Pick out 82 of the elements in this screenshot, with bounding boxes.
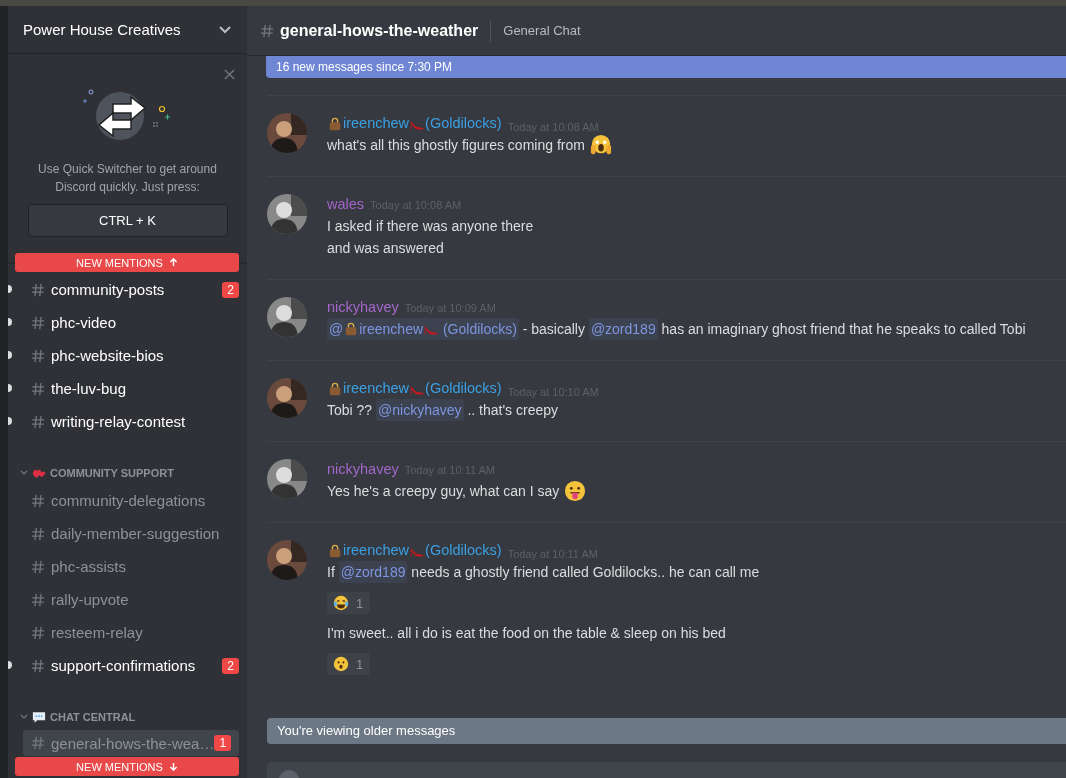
new-messages-banner[interactable]: 16 new messages since 7:30 PM (266, 56, 1066, 78)
channel-item[interactable]: community-posts 2 (8, 273, 247, 306)
hash-icon (31, 526, 45, 541)
mention-link[interactable]: @zord189 (588, 318, 658, 340)
channel-item[interactable]: daily-member-suggestion (8, 517, 247, 550)
chevron-down-icon[interactable] (20, 714, 28, 720)
message-text: I'm sweet.. all i do is eat the food on the table & sleep on his bed (327, 624, 727, 643)
tongue-emoji-icon (564, 480, 587, 502)
channel-item[interactable]: phc-website-bios (8, 339, 247, 372)
hash-icon (260, 22, 274, 39)
author-name[interactable]: ireenchew (Goldilocks) (327, 378, 502, 399)
channel-item[interactable]: phc-video (8, 306, 247, 339)
message-text: If @zord189 needs a ghostly friend called Goldilocks.. he can call me (327, 561, 760, 583)
new-mentions-button[interactable]: NEW MENTIONS (15, 253, 239, 272)
arrow-down-icon (168, 762, 178, 771)
channel-name: phc-assists (51, 558, 128, 575)
message-text: I asked if there was anyone there (327, 217, 534, 236)
hash-icon (31, 559, 45, 574)
author-name[interactable]: ireenchew (Goldilocks) (327, 540, 502, 561)
channel-item[interactable]: phc-assists (8, 550, 247, 583)
hash-icon (31, 493, 45, 508)
author-name[interactable]: nickyhavey (327, 459, 399, 480)
author-name[interactable]: ireenchew (Goldilocks) (327, 113, 502, 134)
hash-icon (31, 658, 45, 673)
author-name[interactable]: nickyhavey (327, 297, 399, 318)
scream-emoji-icon (589, 134, 612, 156)
close-icon[interactable] (224, 69, 235, 80)
message-text: Tobi ?? @nickyhavey .. that's creepy (327, 399, 599, 421)
quick-switcher-hint: Use Quick Switcher to get around Discord quickly. Just press: (37, 161, 218, 196)
message-text: what's all this ghostly figures coming from (327, 134, 613, 156)
channel-item[interactable]: the-luv-bug (8, 372, 247, 405)
channel-name: phc-video (51, 314, 118, 331)
surprised-emoji-icon (333, 656, 349, 672)
channel-item[interactable]: resteem-relay (8, 616, 247, 649)
message-text: Yes he's a creepy guy, what can I say (327, 480, 588, 502)
hash-icon (31, 625, 45, 640)
hash-icon (31, 414, 45, 429)
hash-icon (31, 282, 45, 297)
hash-icon (31, 736, 45, 750)
new-mentions-button[interactable]: NEW MENTIONS (15, 757, 239, 776)
channel-item[interactable]: support-confirmations 2 (8, 649, 247, 682)
channel-item[interactable]: rally-upvote (8, 583, 247, 616)
mention-link[interactable]: @zord189 (338, 561, 408, 583)
mention-link[interactable]: @ ireenchew (Goldilocks) (327, 318, 519, 340)
speech-bubble-icon (32, 710, 46, 724)
older-messages-bar[interactable]: You're viewing older messages (267, 718, 1066, 744)
laughing-emoji-icon (333, 595, 349, 611)
channel-item[interactable]: general-hows-the-wea… 1 (23, 730, 239, 756)
message-text: and was answered (327, 239, 445, 258)
channel-name: daily-member-suggestion (51, 525, 221, 542)
channel-name: phc-website-bios (51, 347, 165, 364)
chevron-down-icon[interactable] (20, 470, 28, 476)
channel-name: the-luv-bug (51, 380, 128, 397)
chevron-down-icon (219, 25, 231, 34)
arrow-up-icon (168, 258, 178, 267)
mention-count: 1 (214, 735, 232, 751)
reaction-button[interactable]: 1 (327, 592, 371, 614)
reaction-button[interactable]: 1 (327, 653, 371, 675)
hash-icon (31, 315, 45, 330)
channel-name: support-confirmations (51, 657, 197, 674)
mention-link[interactable]: @nickyhavey (376, 399, 464, 421)
channel-item[interactable]: writing-relay-contest (8, 405, 247, 438)
channel-name: community-delegations (51, 492, 207, 509)
channel-name: community-posts (51, 281, 166, 298)
author-name[interactable]: wales (327, 194, 365, 215)
channel-name: general-hows-the-wea… (51, 734, 215, 752)
channel-item[interactable]: community-delegations (8, 484, 247, 517)
shortcut-button[interactable]: CTRL + K (27, 204, 228, 237)
channel-title: general-hows-the-weather (280, 21, 479, 40)
hash-icon (31, 592, 45, 607)
category-label[interactable]: COMMUNITY SUPPORT (50, 467, 174, 479)
channel-name: writing-relay-contest (51, 413, 187, 430)
channel-name: rally-upvote (51, 591, 130, 608)
message-text: @ ireenchew (Goldilocks) - basically @zord189 has an imaginary ghost friend that he speaks to called Tobi (327, 318, 1026, 340)
channel-name: resteem-relay (51, 624, 144, 641)
channel-topic: General Chat (503, 23, 581, 38)
server-header[interactable]: Power House Creatives (8, 6, 247, 54)
mention-count: 2 (222, 281, 239, 298)
hash-icon (31, 348, 45, 363)
hash-icon (31, 381, 45, 396)
category-label[interactable]: CHAT CENTRAL (50, 711, 136, 723)
mention-count: 2 (222, 657, 239, 674)
